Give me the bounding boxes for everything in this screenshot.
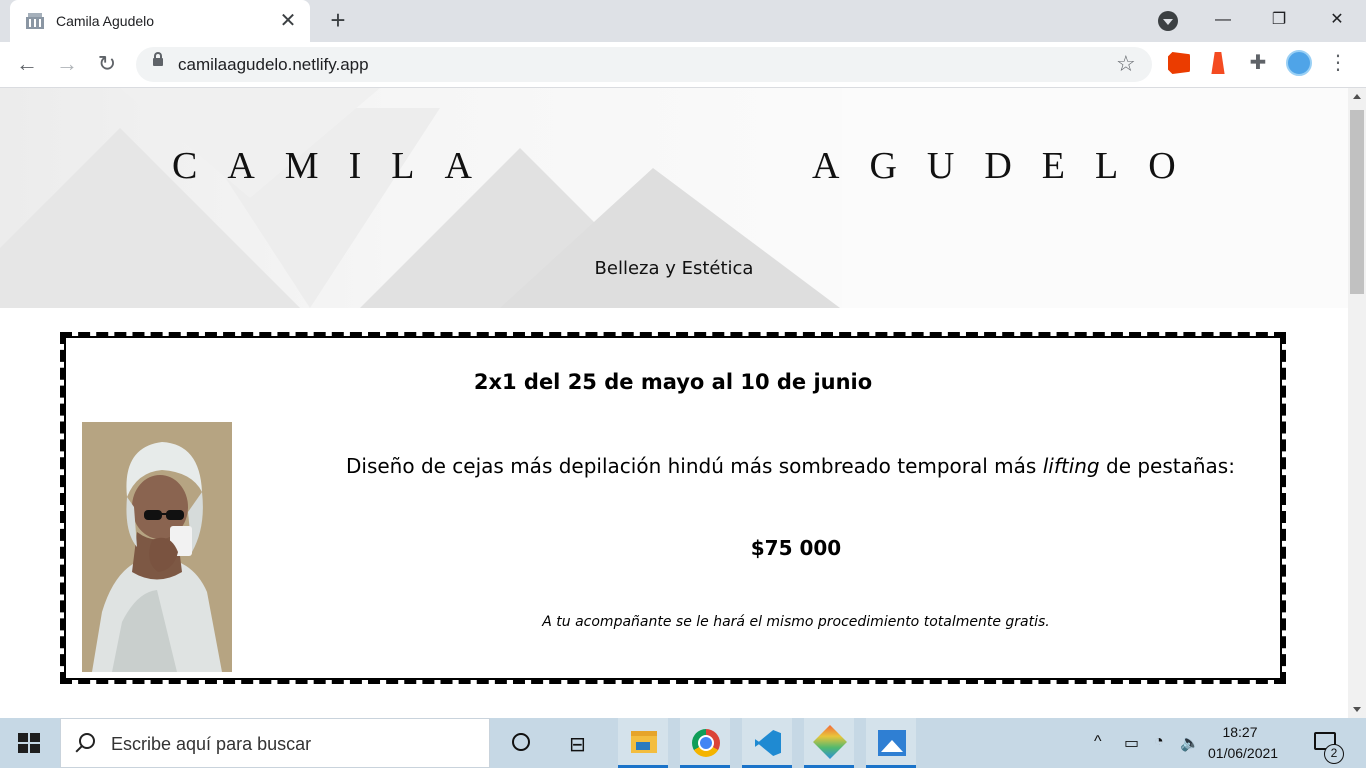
taskbar-search-box[interactable]: Escribe aquí para buscar — [60, 718, 490, 768]
tab-close-icon[interactable]: ✕ — [278, 11, 298, 31]
show-hidden-icons-chevron-icon[interactable]: ^ — [1094, 733, 1102, 751]
scroll-up-arrow-icon[interactable] — [1353, 94, 1361, 99]
promo-description-emphasis: lifting — [1042, 454, 1100, 478]
clock-date: 01/06/2021 — [1208, 745, 1279, 761]
page-scrollbar[interactable] — [1348, 88, 1366, 718]
brand-last-name: AGUDELO — [812, 145, 1206, 187]
tagline: Belleza y Estética — [594, 258, 754, 279]
search-placeholder[interactable]: Escribe aquí para buscar — [111, 734, 311, 755]
back-icon[interactable]: ← — [14, 51, 40, 77]
photos-taskbar-button[interactable] — [866, 718, 916, 768]
tab-search-icon[interactable] — [1158, 11, 1178, 31]
building-favicon-icon — [26, 13, 44, 29]
woman-with-towel-illustration — [82, 422, 232, 672]
gitkraken-taskbar-button[interactable] — [804, 718, 854, 768]
tab-title: Camila Agudelo — [56, 13, 155, 29]
browser-toolbar: ← → ↻ camilaagudelo.netlify.app ☆ ✚ ⋮ — [0, 42, 1366, 88]
promo-title: 2x1 del 25 de mayo al 10 de junio — [473, 370, 873, 394]
browser-tab[interactable]: Camila Agudelo ✕ — [10, 0, 310, 42]
lighthouse-extension-icon[interactable] — [1211, 52, 1225, 74]
close-window-button[interactable]: ✕ — [1322, 6, 1352, 36]
promo-note: A tu acompañante se le hará el mismo pro… — [542, 614, 1050, 630]
clock-time: 18:27 — [1222, 724, 1258, 740]
chrome-icon — [692, 729, 720, 757]
office-extension-icon[interactable] — [1168, 52, 1190, 74]
promo-description: Diseño de cejas más depilación hindú más… — [346, 454, 1246, 478]
photos-icon — [878, 730, 906, 756]
address-bar[interactable]: camilaagudelo.netlify.app ☆ — [136, 47, 1152, 82]
file-explorer-icon — [631, 731, 657, 753]
search-icon — [79, 733, 95, 749]
profile-avatar[interactable] — [1286, 50, 1312, 76]
vscode-icon — [755, 730, 781, 756]
page-viewport: CAMILA AGUDELO Belleza y Estética 2x1 de… — [0, 88, 1348, 718]
reload-icon[interactable]: ↻ — [94, 51, 120, 77]
task-view-button[interactable]: ⊟ — [554, 718, 604, 768]
promo-description-tail: de pestañas: — [1099, 454, 1235, 478]
minimize-button[interactable]: — — [1208, 6, 1238, 36]
windows-start-icon[interactable] — [18, 733, 40, 753]
scroll-down-arrow-icon[interactable] — [1353, 707, 1361, 712]
cortana-button[interactable] — [494, 718, 544, 768]
new-tab-button[interactable]: + — [325, 7, 351, 34]
url-text[interactable]: camilaagudelo.netlify.app — [178, 55, 369, 75]
scroll-thumb[interactable] — [1350, 110, 1364, 294]
windows-taskbar: Escribe aquí para buscar ⊟ ^ ▭ ◔ 🔈 18:27… — [0, 718, 1366, 768]
promo-price: $75 000 — [750, 536, 842, 560]
battery-icon[interactable]: ▭ — [1124, 733, 1139, 753]
vscode-taskbar-button[interactable] — [742, 718, 792, 768]
header-banner: CAMILA AGUDELO Belleza y Estética — [0, 88, 1348, 308]
brand-first-name: CAMILA — [172, 145, 502, 187]
browser-tab-strip: Camila Agudelo ✕ + — ❐ ✕ — [0, 0, 1366, 42]
extensions-puzzle-icon[interactable]: ✚ — [1247, 52, 1269, 74]
promo-description-text: Diseño de cejas más depilación hindú más… — [346, 454, 1043, 478]
notification-count-badge: 2 — [1324, 744, 1344, 764]
file-explorer-button[interactable] — [618, 718, 668, 768]
chrome-taskbar-button[interactable] — [680, 718, 730, 768]
browser-menu-icon[interactable]: ⋮ — [1328, 52, 1348, 74]
gitkraken-icon — [813, 725, 847, 759]
taskbar-clock[interactable]: 18:27 01/06/2021 — [1208, 722, 1279, 764]
restore-button[interactable]: ❐ — [1264, 6, 1294, 36]
volume-icon[interactable]: 🔈 — [1180, 733, 1200, 753]
lock-icon[interactable] — [153, 52, 163, 66]
wifi-icon[interactable]: ◔ — [1154, 733, 1164, 751]
task-view-icon: ⊟ — [569, 734, 586, 756]
bookmark-star-icon[interactable]: ☆ — [1116, 51, 1136, 77]
forward-icon[interactable]: → — [54, 51, 80, 77]
illustration-icon — [82, 422, 232, 672]
cortana-icon — [512, 733, 530, 751]
promo-card: 2x1 del 25 de mayo al 10 de junio Diseño… — [60, 332, 1286, 684]
